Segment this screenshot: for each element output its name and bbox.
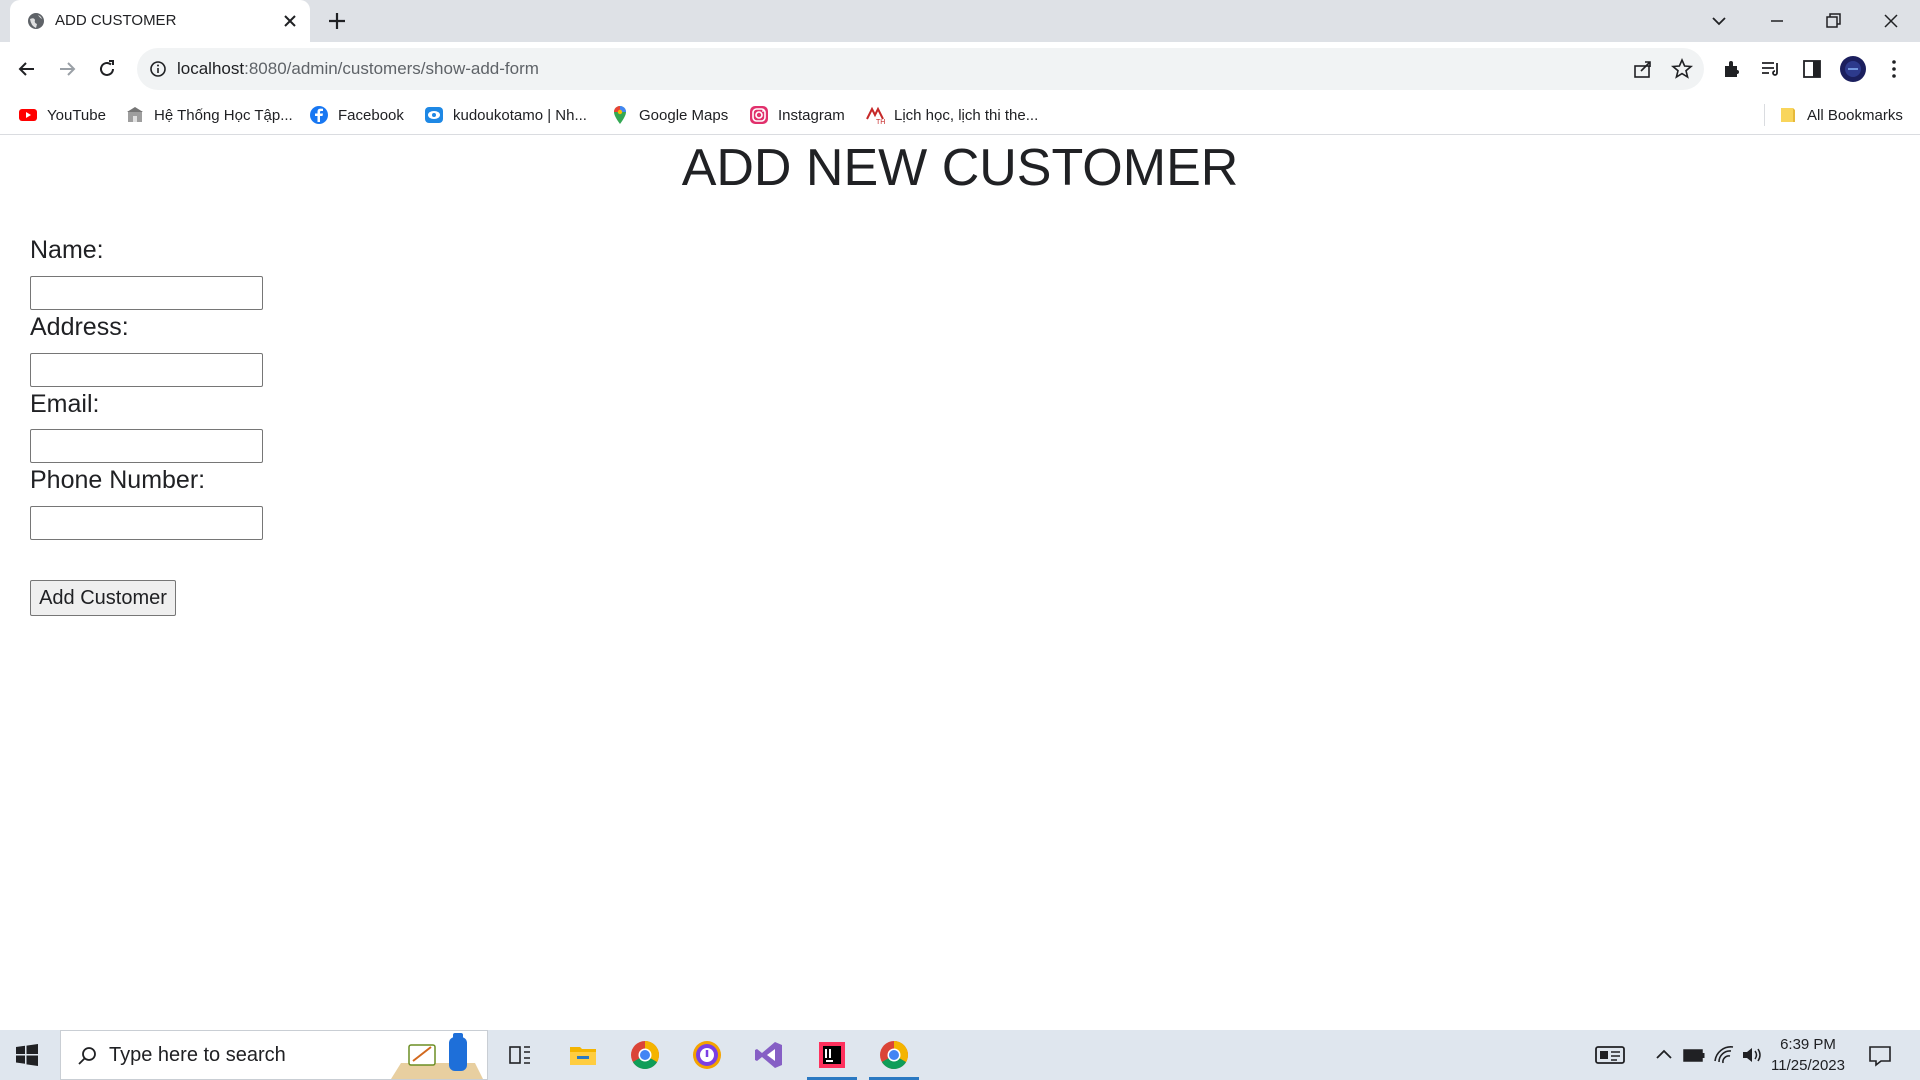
minimize-icon[interactable] <box>1764 8 1790 34</box>
wifi-icon[interactable] <box>1712 1039 1736 1071</box>
youtube-icon <box>19 109 37 121</box>
search-placeholder: Type here to search <box>109 1044 286 1066</box>
menu-kebab-icon[interactable] <box>1882 57 1906 81</box>
bookmark-he-thong-hoc-tap[interactable]: Hệ Thống Học Tập... <box>125 105 293 125</box>
news-widget-icon[interactable] <box>1594 1039 1626 1071</box>
side-panel-icon[interactable] <box>1800 57 1824 81</box>
svg-text:TH: TH <box>876 119 885 125</box>
media-queue-icon[interactable] <box>1759 57 1783 81</box>
close-window-icon[interactable] <box>1878 8 1904 34</box>
task-view-icon[interactable] <box>504 1039 536 1071</box>
tab-search-icon[interactable] <box>1706 8 1732 34</box>
search-highlight-icon <box>391 1033 483 1079</box>
name-input[interactable] <box>30 276 263 310</box>
phone-number-input[interactable] <box>30 506 263 540</box>
bookmarks-bar: YouTube Hệ Thống Học Tập... Facebook kud… <box>0 96 1920 135</box>
facebook-icon <box>310 106 328 124</box>
bookmark-label: kudoukotamo | Nh... <box>453 106 587 124</box>
bookmark-lich-hoc[interactable]: TH Lịch học, lịch thi the... <box>865 105 1038 125</box>
extensions-icon[interactable] <box>1720 57 1744 81</box>
clock-time: 6:39 PM <box>1780 1036 1836 1053</box>
bookmark-label: Google Maps <box>639 106 729 124</box>
vpn-app-icon[interactable] <box>691 1039 723 1071</box>
school-icon <box>127 107 143 122</box>
bookmark-label: Hệ Thống Học Tập... <box>154 106 293 124</box>
intellij-icon[interactable] <box>816 1039 848 1071</box>
phone-number-label: Phone Number: <box>30 466 206 494</box>
bookmarks-divider <box>1764 104 1765 126</box>
address-bar[interactable]: localhost:8080/admin/customers/show-add-… <box>137 48 1704 90</box>
page-title: ADD NEW CUSTOMER <box>681 139 1239 197</box>
browser-toolbar: localhost:8080/admin/customers/show-add-… <box>0 42 1920 96</box>
bookmark-label: YouTube <box>47 106 106 124</box>
email-input[interactable] <box>30 429 263 463</box>
bookmark-facebook[interactable]: Facebook <box>309 105 404 125</box>
file-explorer-icon[interactable] <box>567 1039 599 1071</box>
address-label: Address: <box>30 313 129 341</box>
notifications-icon[interactable] <box>1866 1039 1894 1071</box>
info-icon[interactable] <box>149 60 167 78</box>
name-label: Name: <box>30 236 104 264</box>
url-path: :8080/admin/customers/show-add-form <box>244 59 539 78</box>
all-bookmarks-label: All Bookmarks <box>1807 106 1903 124</box>
tab-strip: ADD CUSTOMER <box>0 0 1920 42</box>
share-icon[interactable] <box>1631 57 1655 81</box>
bookmark-youtube[interactable]: YouTube <box>18 105 106 125</box>
search-icon <box>78 1047 96 1065</box>
url-host: localhost <box>177 59 245 78</box>
eye-icon <box>425 107 443 123</box>
restore-icon[interactable] <box>1820 8 1846 34</box>
back-arrow-icon[interactable] <box>14 56 40 82</box>
bookmark-google-maps[interactable]: Google Maps <box>610 105 728 125</box>
chevron-up-icon[interactable] <box>1652 1039 1676 1071</box>
browser-tab[interactable]: ADD CUSTOMER <box>10 0 310 42</box>
university-icon: TH <box>866 106 885 125</box>
windows-start-icon[interactable] <box>14 1042 40 1068</box>
url-text[interactable]: localhost:8080/admin/customers/show-add-… <box>177 59 539 79</box>
profile-avatar[interactable] <box>1839 55 1867 83</box>
bookmark-kudoukotamo[interactable]: kudoukotamo | Nh... <box>424 105 587 125</box>
close-tab-icon[interactable] <box>280 11 300 31</box>
reload-icon[interactable] <box>94 56 120 82</box>
taskbar: Type here to search 6:39 PM 11/25/2023 <box>0 1030 1920 1080</box>
bookmark-label: Facebook <box>338 106 404 124</box>
chrome-icon[interactable] <box>629 1039 661 1071</box>
email-label: Email: <box>30 390 100 418</box>
bookmark-label: Instagram <box>778 106 845 124</box>
new-tab-icon[interactable] <box>326 10 348 32</box>
instagram-icon <box>750 106 768 124</box>
volume-icon[interactable] <box>1740 1039 1764 1071</box>
bookmark-label: Lịch học, lịch thi the... <box>894 106 1039 124</box>
all-bookmarks-button[interactable]: All Bookmarks <box>1778 105 1903 125</box>
address-input[interactable] <box>30 353 263 387</box>
visual-studio-icon[interactable] <box>753 1039 785 1071</box>
taskbar-search-box[interactable]: Type here to search <box>60 1030 488 1080</box>
star-icon[interactable] <box>1670 57 1694 81</box>
folder-icon <box>1781 108 1795 122</box>
globe-icon <box>28 13 44 29</box>
battery-icon[interactable] <box>1682 1039 1706 1071</box>
forward-arrow-icon[interactable] <box>54 56 80 82</box>
clock-date: 11/25/2023 <box>1771 1057 1845 1074</box>
system-clock[interactable]: 6:39 PM 11/25/2023 <box>1768 1034 1848 1076</box>
map-pin-icon <box>614 106 626 124</box>
chrome-active-icon[interactable] <box>878 1039 910 1071</box>
tab-title: ADD CUSTOMER <box>55 12 177 29</box>
add-customer-button[interactable]: Add Customer <box>30 580 176 616</box>
bookmark-instagram[interactable]: Instagram <box>749 105 845 125</box>
